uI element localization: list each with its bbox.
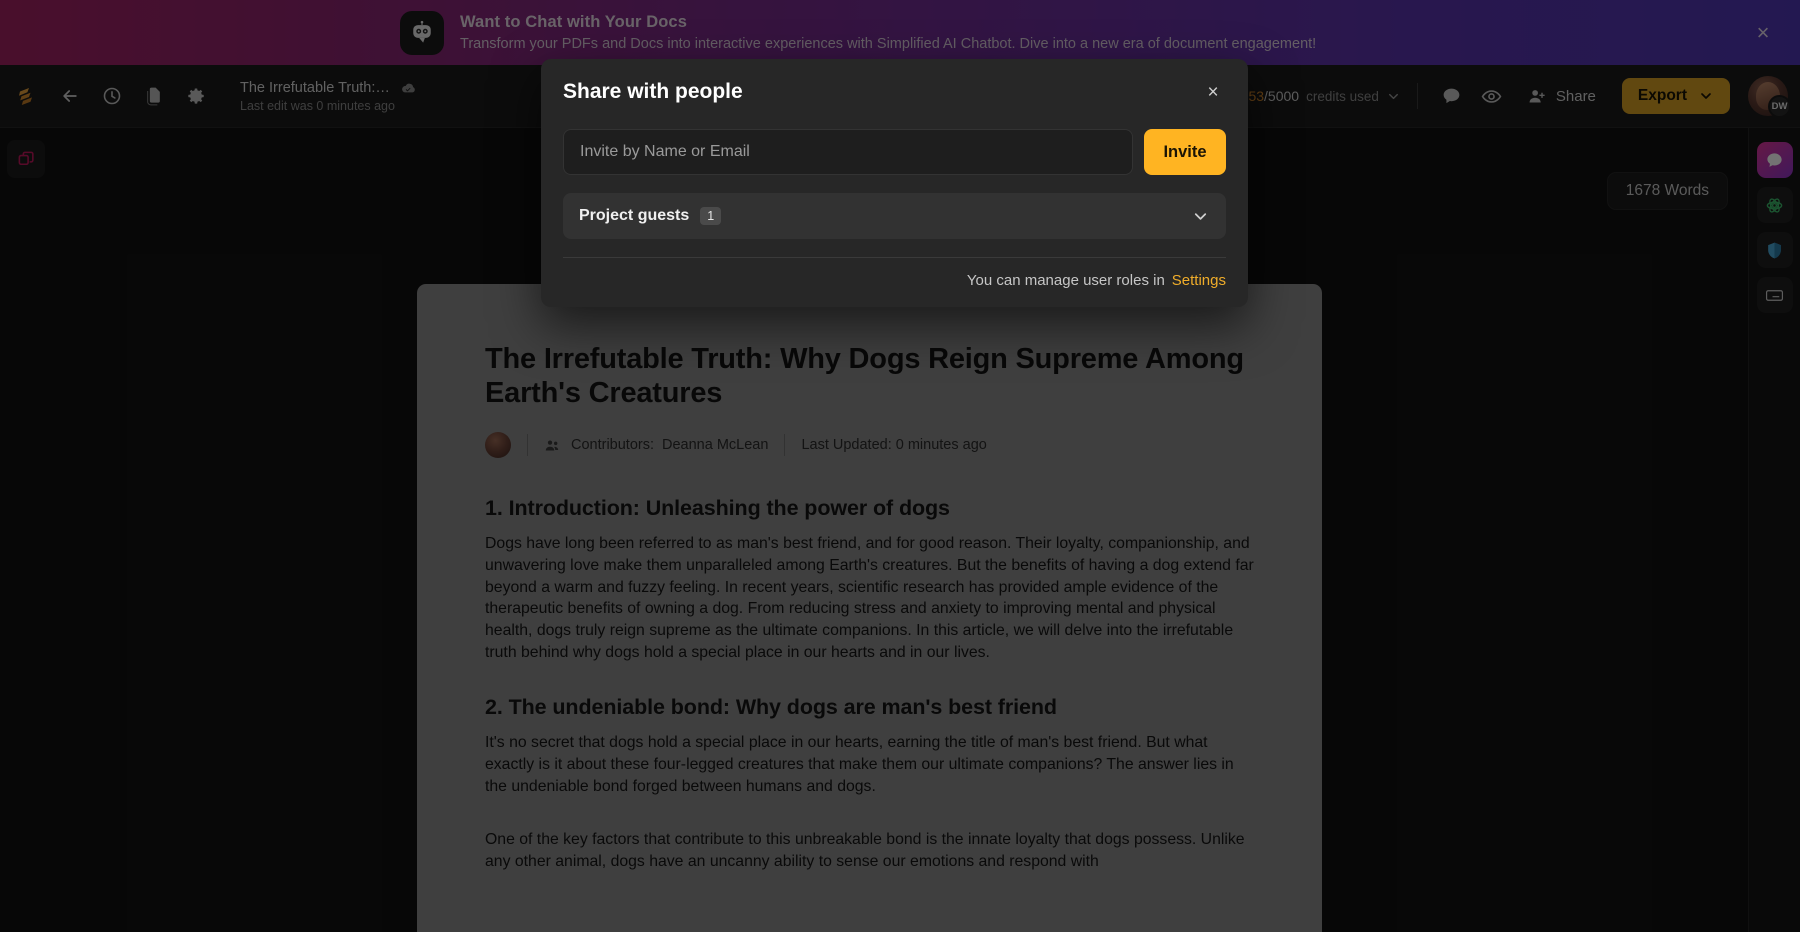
settings-link[interactable]: Settings <box>1172 272 1226 289</box>
project-guests-count: 1 <box>700 207 722 225</box>
modal-footer-text: You can manage user roles in <box>966 272 1165 289</box>
app-root: The Irrefutable Truth: Why Dogs Reign Su… <box>0 0 1800 932</box>
invite-row: Invite <box>563 129 1226 175</box>
project-guests-row[interactable]: Project guests 1 <box>563 193 1226 239</box>
share-modal: Share with people × Invite Project guest… <box>541 59 1248 307</box>
invite-input[interactable] <box>563 129 1133 175</box>
modal-body: Invite Project guests 1 <box>541 105 1248 239</box>
modal-footer: You can manage user roles in Settings <box>541 258 1248 289</box>
chevron-down-icon <box>1191 207 1210 226</box>
modal-header: Share with people × <box>541 59 1248 105</box>
modal-title: Share with people <box>563 80 743 103</box>
project-guests-label: Project guests <box>579 207 690 224</box>
invite-button[interactable]: Invite <box>1144 129 1226 175</box>
close-icon[interactable]: × <box>1200 79 1226 105</box>
